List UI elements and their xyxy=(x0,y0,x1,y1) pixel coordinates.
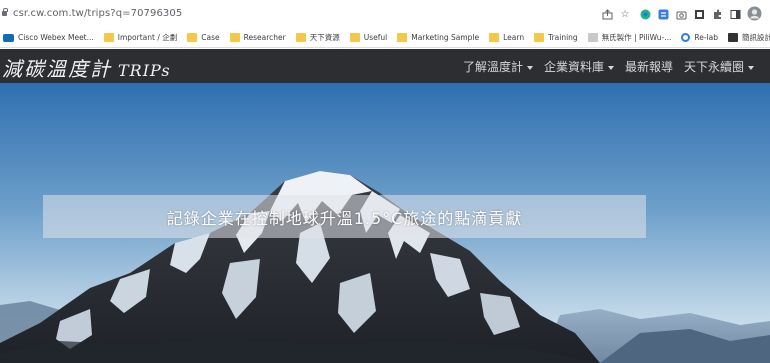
folder-icon xyxy=(187,33,198,42)
bookmark-folder-case[interactable]: Case xyxy=(187,28,220,48)
bookmark-folder-training[interactable]: Training xyxy=(534,28,578,48)
caret-down-icon xyxy=(748,65,754,70)
puzzle-icon[interactable] xyxy=(711,8,723,20)
bookmark-label: 天下資源 xyxy=(309,33,340,42)
browser-address-bar: csr.cw.com.tw/trips?q=70796305 ☆ xyxy=(0,0,770,28)
bookmark-label: 無氏製作 | PiliWu-... xyxy=(601,33,672,42)
lock-icon[interactable] xyxy=(2,8,8,16)
menu-sustainability-circle[interactable]: 天下永續圈 xyxy=(684,58,754,75)
bookmark-label: Case xyxy=(201,33,220,42)
caret-down-icon xyxy=(526,65,533,70)
brand-title-cn: 減碳溫度計 xyxy=(2,57,112,81)
menu-company-database[interactable]: 企業資料庫 xyxy=(544,58,614,75)
folder-icon xyxy=(534,33,545,42)
bookmark-folder-researcher[interactable]: Researcher xyxy=(229,28,286,48)
square-ext-icon[interactable] xyxy=(693,8,705,20)
folder-icon xyxy=(349,33,360,42)
bookmark-label: 簡訊設計 xyxy=(742,33,770,42)
bookmark-label: Useful xyxy=(363,33,388,42)
site-menu: 了解溫度計 企業資料庫 最新報導 天下永續圈 xyxy=(463,58,754,75)
bookmark-label: Cisco Webex Meet... xyxy=(18,33,94,42)
page-icon xyxy=(587,33,598,42)
menu-label: 最新報導 xyxy=(624,60,673,74)
camera-icon[interactable] xyxy=(675,8,687,20)
bookmarks-bar: Cisco Webex Meet... Important / 企劃 Case … xyxy=(0,28,770,48)
hero-section: 記錄企業在控制地球升溫1.5°C旅途的點滴貢獻 xyxy=(0,83,770,363)
sync-ext-icon[interactable] xyxy=(657,8,669,20)
bookmark-folder-marketing-sample[interactable]: Marketing Sample xyxy=(397,28,479,48)
site-navbar: 減碳溫度計 TRIPs 了解溫度計 企業資料庫 最新報導 天下永續圈 xyxy=(0,49,770,83)
bookmark-piliwu[interactable]: 無氏製作 | PiliWu-... xyxy=(587,28,672,48)
hero-banner: 記錄企業在控制地球升溫1.5°C旅途的點滴貢獻 xyxy=(43,195,646,238)
sidepanel-icon[interactable] xyxy=(729,8,741,20)
bookmark-folder-useful[interactable]: Useful xyxy=(349,28,388,48)
menu-about-thermometer[interactable]: 了解溫度計 xyxy=(463,58,533,75)
site-logo[interactable]: 減碳溫度計 TRIPs xyxy=(2,53,171,82)
relab-icon xyxy=(681,33,691,42)
bookmark-label: Important / 企劃 xyxy=(117,33,178,42)
bookmark-label: Training xyxy=(548,33,578,42)
bookmark-folder-learn[interactable]: Learn xyxy=(489,28,524,48)
folder-icon xyxy=(397,33,408,42)
folder-icon xyxy=(489,33,500,42)
cisco-icon xyxy=(3,33,14,42)
bookmark-relab[interactable]: Re-lab xyxy=(681,28,718,48)
bookmark-folder-resources[interactable]: 天下資源 xyxy=(295,28,340,48)
bookmark-label: Researcher xyxy=(243,33,286,42)
folder-icon xyxy=(295,33,306,42)
bookmark-sms-design[interactable]: 簡訊設計 xyxy=(728,28,770,48)
share-icon[interactable] xyxy=(601,8,613,20)
bookmark-label: Re-lab xyxy=(694,33,718,42)
profile-avatar-icon[interactable] xyxy=(747,6,762,21)
color-ext-icon[interactable] xyxy=(639,8,651,20)
bookmark-label: Marketing Sample xyxy=(411,33,480,42)
menu-label: 天下永續圈 xyxy=(683,60,744,74)
hero-tagline: 記錄企業在控制地球升溫1.5°C旅途的點滴貢獻 xyxy=(166,208,523,228)
menu-label: 企業資料庫 xyxy=(543,60,604,74)
star-icon[interactable]: ☆ xyxy=(619,8,631,20)
bookmark-folder-important[interactable]: Important / 企劃 xyxy=(103,28,178,48)
bookmark-label: Learn xyxy=(503,33,525,42)
folder-icon xyxy=(103,33,114,42)
folder-icon xyxy=(229,33,240,42)
menu-label: 了解溫度計 xyxy=(462,60,523,74)
caret-down-icon xyxy=(607,65,614,70)
dark-icon xyxy=(728,33,738,42)
menu-latest-reports[interactable]: 最新報導 xyxy=(625,58,673,75)
bookmark-cisco-webex[interactable]: Cisco Webex Meet... xyxy=(3,28,94,48)
url-field[interactable]: csr.cw.com.tw/trips?q=70796305 xyxy=(13,8,182,19)
brand-title-en: TRIPs xyxy=(118,61,171,80)
